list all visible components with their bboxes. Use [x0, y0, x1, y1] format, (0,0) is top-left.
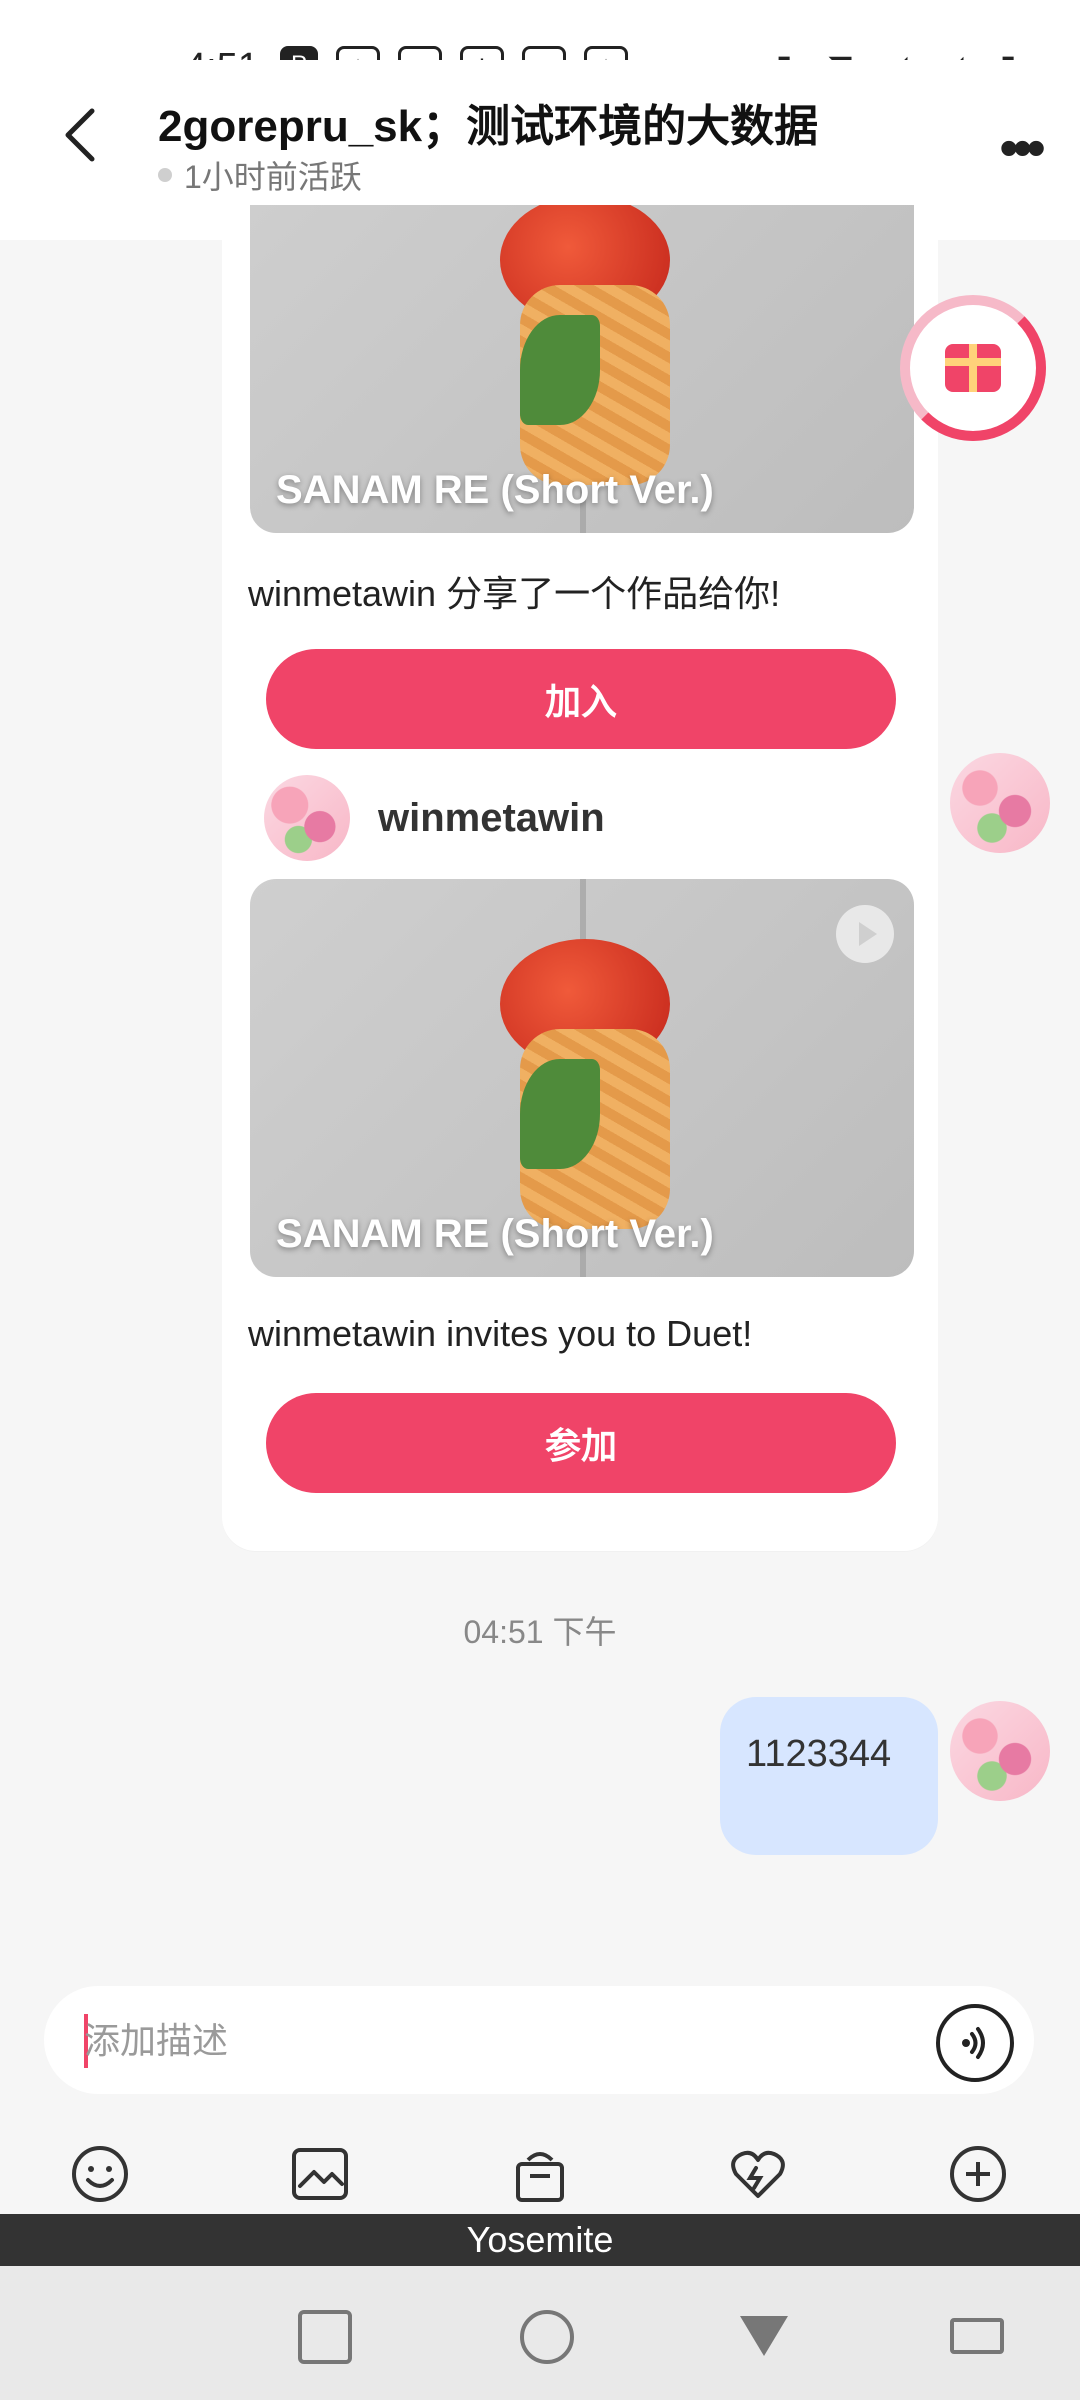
sender-avatar[interactable]	[264, 775, 350, 861]
plus-icon	[950, 2146, 1006, 2202]
overlay-banner: Yosemite	[0, 2214, 1080, 2266]
duet-invite-card[interactable]: winmetawin SANAM RE (Short Ver.) winmeta…	[222, 753, 938, 1551]
sender-username: winmetawin	[378, 795, 605, 840]
plus-button[interactable]	[946, 2142, 1010, 2206]
gift-floating-button[interactable]	[900, 295, 1046, 441]
image-button[interactable]	[288, 2142, 352, 2206]
last-active-text: 1小时前活跃	[184, 159, 362, 195]
participate-button[interactable]: 参加	[266, 1393, 896, 1493]
message-text: 1123344	[746, 1733, 892, 1775]
more-button[interactable]: •••	[999, 115, 1046, 180]
card-header: winmetawin	[264, 775, 605, 861]
voice-button[interactable]	[936, 2004, 1014, 2082]
video-title: SANAM RE (Short Ver.)	[276, 468, 714, 512]
video-thumbnail[interactable]: SANAM RE (Short Ver.)	[250, 879, 914, 1277]
keyboard-button[interactable]	[950, 2318, 1004, 2354]
chevron-left-icon	[65, 108, 95, 162]
gift-icon	[516, 2152, 564, 2202]
voice-icon	[962, 2027, 985, 2059]
my-message-bubble[interactable]: 1123344	[720, 1697, 938, 1855]
status-dot-icon	[158, 168, 172, 182]
heart-icon	[731, 2150, 785, 2198]
message-input[interactable]	[82, 1986, 906, 2096]
join-button[interactable]: 加入	[266, 649, 896, 749]
home-button[interactable]	[520, 2310, 574, 2364]
card-message: winmetawin 分享了一个作品给你!	[248, 573, 781, 614]
video-title: SANAM RE (Short Ver.)	[276, 1212, 714, 1256]
emoji-button[interactable]	[68, 2142, 132, 2206]
my-avatar[interactable]	[950, 1701, 1050, 1801]
chat-list[interactable]: SANAM RE (Short Ver.) winmetawin 分享了一个作品…	[0, 205, 1080, 1975]
message-input-bar[interactable]	[44, 1986, 1034, 2096]
system-nav-bar	[0, 2266, 1080, 2400]
my-avatar[interactable]	[950, 753, 1050, 853]
more-dots-icon: •••	[999, 116, 1046, 179]
play-icon[interactable]	[836, 905, 894, 963]
recent-apps-button[interactable]	[298, 2310, 352, 2364]
heart-button[interactable]	[726, 2142, 790, 2206]
chat-subtitle: 1小时前活跃	[158, 152, 362, 198]
composer-tools	[0, 2134, 1080, 2214]
gift-button[interactable]	[508, 2142, 572, 2206]
image-icon	[292, 2148, 348, 2200]
gift-icon	[945, 344, 1001, 392]
emoji-icon	[72, 2146, 128, 2202]
card-message: winmetawin invites you to Duet!	[248, 1313, 753, 1354]
back-nav-button[interactable]	[740, 2316, 788, 2356]
message-timestamp: 04:51 下午	[463, 1614, 617, 1650]
back-button[interactable]	[50, 105, 110, 165]
chat-title: 2gorepru_sk；测试环境的大数据	[158, 102, 819, 151]
video-thumbnail[interactable]: SANAM RE (Short Ver.)	[250, 205, 914, 533]
